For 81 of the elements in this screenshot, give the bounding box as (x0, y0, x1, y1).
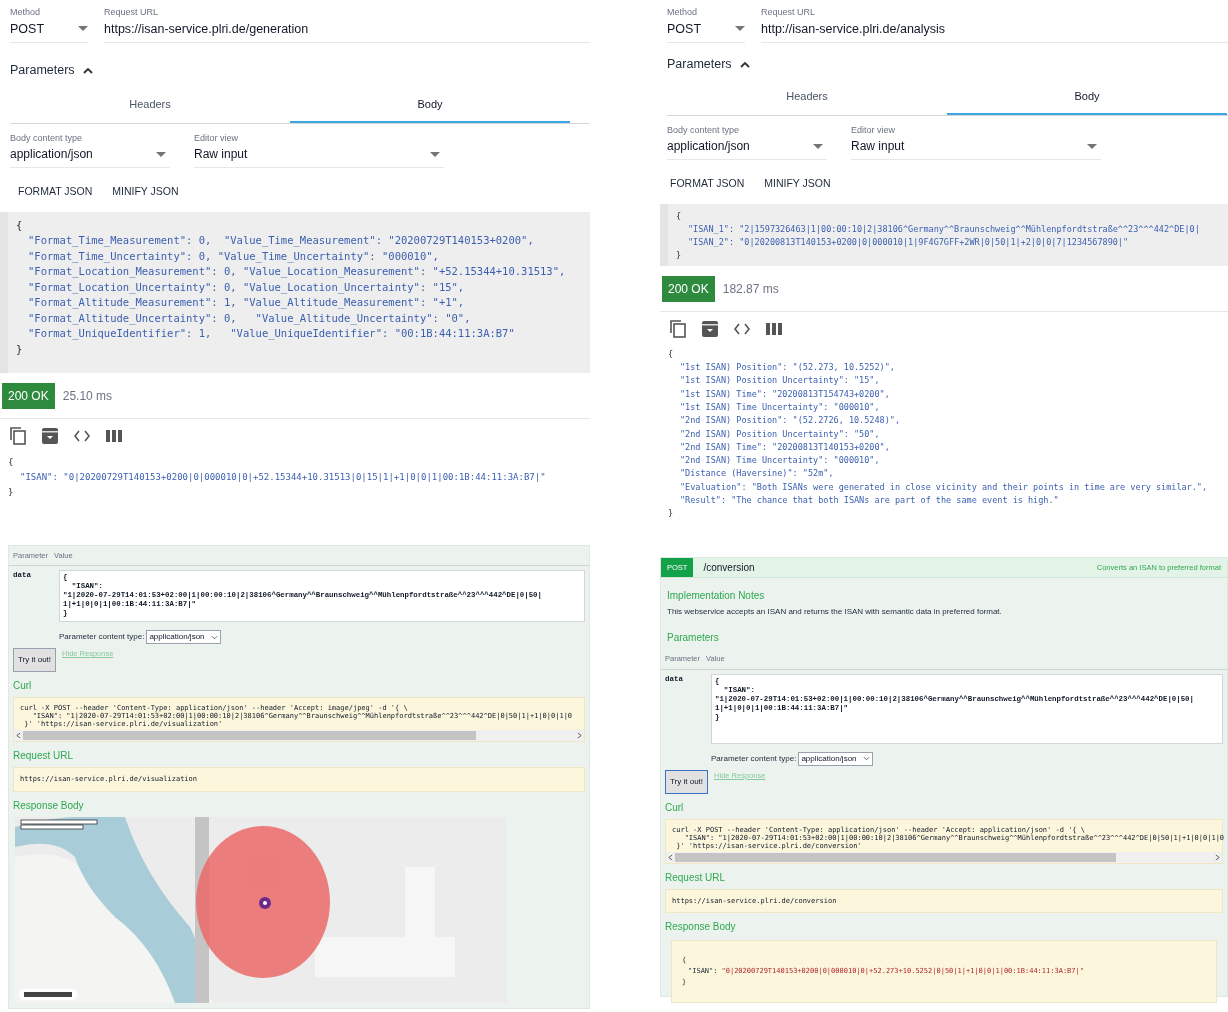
download-box-icon[interactable] (42, 428, 58, 445)
try-it-out-button[interactable]: Try it out! (13, 648, 57, 673)
section-heading: Request URL (665, 870, 727, 885)
format-button[interactable]: MINIFY JSON (756, 172, 839, 196)
content-type-select[interactable]: Body content type application/json (10, 131, 170, 168)
dropdown-caret-icon (813, 143, 823, 149)
response-line: "Evaluation": "Both ISANs were generated in close vicinity and their points in time are very similar.", (679, 480, 1209, 494)
response-line: "1st ISAN) Position Uncertainty": "15", (679, 374, 881, 388)
section-heading: Implementation Notes (667, 589, 766, 604)
section-heading: Curl (13, 679, 33, 694)
chevron-icon (82, 67, 93, 74)
format-button[interactable]: MINIFY JSON (104, 180, 187, 204)
content-type-select[interactable]: application/json (146, 630, 221, 645)
method-select[interactable]: Method POST (10, 6, 88, 44)
response-line: "1st ISAN) Time": "20200813T154743+0200", (679, 387, 891, 401)
content-type-select[interactable]: Body content type application/json (667, 123, 827, 160)
field-label: Parameter content type: (59, 631, 145, 644)
response-line: "2nd ISAN) Position Uncertainty": "50", (679, 427, 881, 441)
scroll-left-icon[interactable] (668, 853, 673, 861)
description-text: This webservice accepts an ISAN and returns the ISAN with semantic data in preferred format. (667, 606, 1003, 619)
code-brace: } (8, 486, 15, 500)
horizontal-scrollbar[interactable] (14, 730, 584, 742)
chevron-down-icon (862, 756, 870, 761)
section-heading: Curl (665, 800, 685, 815)
dropdown-caret-icon (1087, 143, 1097, 149)
try-it-out-button[interactable]: Try it out! (665, 769, 709, 794)
dropdown-caret-icon (735, 26, 745, 32)
copy-icon[interactable] (10, 427, 26, 446)
response-time: 25.10 ms (62, 388, 113, 406)
code-brace: } (668, 507, 675, 521)
dropdown-caret-icon (78, 26, 88, 32)
columns-icon[interactable] (106, 430, 122, 443)
editor-view-select[interactable]: Editor view Raw input (851, 123, 1101, 160)
response-line: "2nd ISAN) Time Uncertainty": "000010", (679, 454, 881, 468)
code-icon[interactable] (74, 430, 90, 443)
parameters-toggle[interactable]: Parameters (10, 61, 93, 80)
tab[interactable]: Body (947, 88, 1227, 115)
response-line: "ISAN": "0|20200729T140153+0200|0|000010|0|+52.15344+10.31513|0|15|1|+1|0|0|1|00:1B:44:11:3A:B7|" (19, 471, 547, 485)
copy-icon[interactable] (670, 319, 686, 338)
editor-view-select[interactable]: Editor view Raw input (194, 131, 444, 168)
dropdown-caret-icon (430, 151, 440, 157)
section-heading: Response Body (13, 798, 85, 813)
scroll-right-icon[interactable] (577, 732, 582, 740)
request-body-editor[interactable]: { "ISAN_1": "2|1597326463|1|00:00:10|2|38106^Germany^^Braunschweig^^Mühlenpfordtstraße^^23^^^442^DE|0| "ISAN_2": "0|20200813T140153+0200|0|000010|1|9F4G7GFF+2WR|0|50|1|+2|0|0|7|1234567890|" } (660, 203, 1228, 266)
content-type-select[interactable]: application/json (798, 751, 873, 766)
scroll-left-icon[interactable] (16, 732, 21, 740)
chevron-down-icon (210, 634, 218, 640)
response-line: "1st ISAN) Time Uncertainty": "000010", (679, 400, 881, 414)
request-body-editor[interactable]: { "Format_Time_Measurement": 0, "Value_Time_Measurement": "20200729T140153+0200", "Format_Time_Uncertainty": 0, "Value_Time_Uncertainty": "000010", "Format_Location_Measurement": 0, "Value_Location_Measurement": "+52.15344+10.31513", "Format_Location_Uncertainty": 0, "Value_Location_Uncertainty": "15", "Format_Altitude_Measurement": 1, "Value_Altitude_Measurement": "+1", "Format_Altitude_Uncertainty": 0, "Value_Altitude_Uncertainty": "0", "Format_UniqueIdentifier": 1, "Value_UniqueIdentifier": "00:1B:44:11:3A:B7" } (0, 211, 590, 374)
url-field[interactable]: Request URL https://isan-service.plri.de/generation (104, 6, 590, 44)
chevron-icon (739, 61, 750, 68)
field-label: Parameter content type: (711, 752, 797, 765)
download-box-icon[interactable] (702, 320, 718, 337)
scroll-right-icon[interactable] (1215, 853, 1220, 861)
parameters-toggle[interactable]: Parameters (667, 55, 750, 74)
tab[interactable]: Body (290, 96, 570, 123)
status-badge: 200 OK (662, 275, 715, 302)
columns-icon[interactable] (766, 322, 782, 335)
tab[interactable]: Headers (667, 88, 947, 115)
horizontal-scrollbar[interactable] (666, 851, 1222, 863)
response-time: 182.87 ms (722, 280, 779, 298)
code-brace: { (8, 456, 15, 470)
format-button[interactable]: FORMAT JSON (10, 180, 101, 204)
response-line: "2nd ISAN) Time": "20200813T140153+0200", (679, 440, 891, 454)
format-button[interactable]: FORMAT JSON (662, 172, 753, 196)
code-icon[interactable] (734, 322, 750, 335)
section-heading: Request URL (13, 749, 75, 764)
endpoint-path[interactable]: /conversion (703, 560, 755, 576)
response-line: "2nd ISAN) Position": "(52.2726, 10.5248)", (679, 414, 902, 428)
section-heading: Parameters (667, 631, 720, 646)
response-line: "Distance (Haversine)": "52m", (679, 467, 835, 481)
status-badge: 200 OK (2, 383, 55, 410)
method-select[interactable]: Method POST (667, 6, 745, 44)
tab[interactable]: Headers (10, 96, 290, 123)
section-heading: Response Body (665, 920, 737, 934)
response-line: "1st ISAN) Position": "(52.273, 10.5252)", (679, 361, 896, 375)
url-field[interactable]: Request URL http://isan-service.plri.de/analysis (761, 6, 1228, 44)
response-line: "Result": "The chance that both ISANs are part of the same event is high." (679, 494, 1060, 507)
dropdown-caret-icon (156, 151, 166, 157)
map-drawing[interactable] (15, 816, 507, 1003)
code-brace: { (668, 347, 675, 361)
